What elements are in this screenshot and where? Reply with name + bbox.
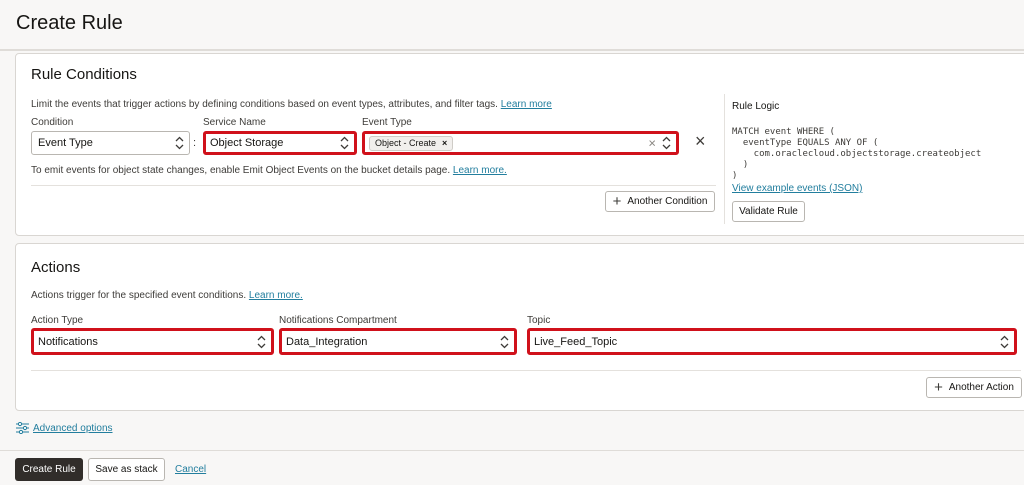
chevron-updown-icon — [257, 335, 266, 348]
view-example-events-link[interactable]: View example events (JSON) — [732, 183, 862, 194]
another-condition-label: Another Condition — [627, 196, 708, 207]
validate-rule-button[interactable]: Validate Rule — [732, 201, 805, 222]
event-type-chip-label: Object - Create — [375, 138, 437, 148]
chevron-updown-icon — [500, 335, 509, 348]
advanced-options-link[interactable]: Advanced options — [33, 423, 113, 434]
another-condition-button[interactable]: + Another Condition — [605, 191, 715, 212]
actions-description-text: Actions trigger for the specified event … — [31, 290, 247, 301]
compartment-select[interactable]: Data_Integration — [279, 328, 517, 355]
another-action-label: Another Action — [948, 382, 1014, 393]
page-title: Create Rule — [16, 12, 123, 34]
event-type-label: Event Type — [362, 117, 412, 128]
cancel-link[interactable]: Cancel — [175, 464, 206, 475]
action-type-select[interactable]: Notifications — [31, 328, 274, 355]
rule-conditions-title: Rule Conditions — [31, 66, 137, 83]
rule-conditions-description-text: Limit the events that trigger actions by… — [31, 99, 498, 110]
chip-remove-icon[interactable]: × — [442, 138, 447, 148]
validate-rule-label: Validate Rule — [739, 206, 798, 217]
condition-select[interactable]: Event Type — [31, 131, 190, 155]
chevron-updown-icon — [1000, 335, 1009, 348]
sliders-icon — [16, 422, 29, 434]
object-events-learn-more-link[interactable]: Learn more. — [453, 165, 507, 176]
actions-description: Actions trigger for the specified event … — [31, 290, 303, 301]
chevron-updown-icon — [175, 136, 184, 150]
actions-title: Actions — [31, 259, 81, 276]
condition-separator: : — [193, 137, 197, 149]
conditions-divider — [31, 185, 716, 186]
action-type-value: Notifications — [38, 335, 98, 348]
rule-conditions-description: Limit the events that trigger actions by… — [31, 99, 552, 110]
save-as-stack-button[interactable]: Save as stack — [88, 458, 165, 481]
create-rule-button[interactable]: Create Rule — [15, 458, 83, 481]
compartment-label: Notifications Compartment — [279, 315, 397, 326]
object-events-hint: To emit events for object state changes,… — [31, 165, 507, 176]
another-action-button[interactable]: + Another Action — [926, 377, 1022, 398]
actions-section: Actions Actions trigger for the specifie… — [15, 243, 1024, 411]
condition-label: Condition — [31, 117, 74, 128]
title-divider — [0, 49, 1024, 51]
rule-logic-divider — [724, 94, 725, 224]
chevron-updown-icon — [662, 136, 671, 150]
plus-icon: + — [612, 193, 622, 210]
event-type-chip: Object - Create × — [369, 135, 454, 151]
object-events-hint-text: To emit events for object state changes,… — [31, 165, 451, 176]
rule-conditions-section: Rule Conditions Limit the events that tr… — [15, 53, 1024, 236]
rule-logic-code: MATCH event WHERE ( eventType EQUALS ANY… — [732, 127, 982, 181]
event-type-multiselect[interactable]: Object - Create × × — [362, 131, 679, 155]
remove-condition-icon[interactable]: × — [695, 132, 706, 150]
view-example-events: View example events (JSON) — [732, 183, 862, 194]
topic-label: Topic — [527, 315, 551, 326]
rule-logic-title: Rule Logic — [732, 101, 780, 112]
service-name-label: Service Name — [203, 117, 266, 128]
service-name-value: Object Storage — [210, 137, 284, 149]
actions-learn-more-link[interactable]: Learn more. — [249, 290, 303, 301]
compartment-value: Data_Integration — [286, 335, 368, 348]
plus-icon: + — [934, 379, 943, 396]
service-name-select[interactable]: Object Storage — [203, 131, 357, 155]
footer-divider — [0, 450, 1024, 451]
actions-divider — [31, 370, 1021, 371]
chevron-updown-icon — [340, 136, 349, 150]
condition-value: Event Type — [38, 137, 93, 149]
action-type-label: Action Type — [31, 315, 84, 326]
rule-conditions-learn-more-link[interactable]: Learn more — [501, 99, 552, 110]
clear-icon[interactable]: × — [648, 136, 656, 151]
topic-value: Live_Feed_Topic — [534, 335, 618, 348]
advanced-options[interactable]: Advanced options — [16, 422, 113, 434]
topic-select[interactable]: Live_Feed_Topic — [527, 328, 1017, 355]
